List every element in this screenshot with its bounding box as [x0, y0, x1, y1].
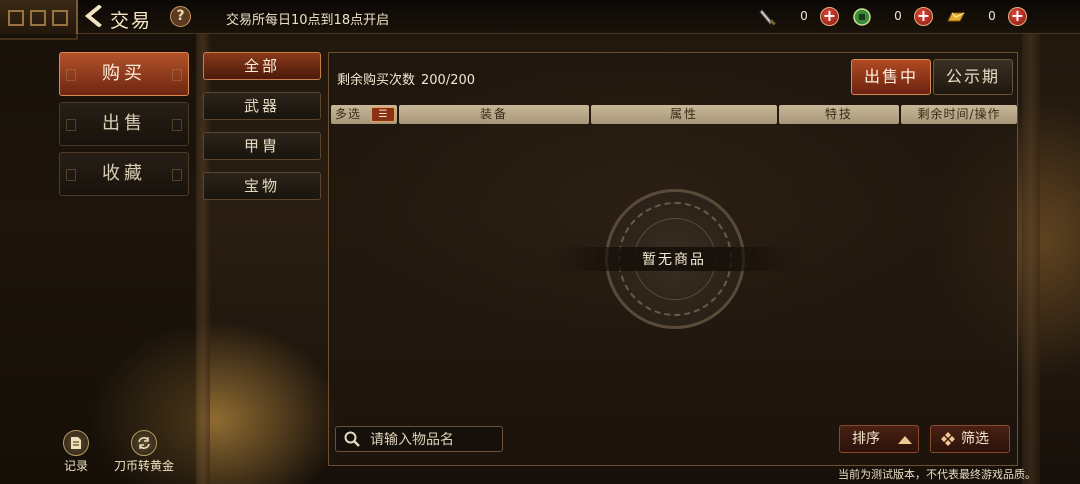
column-multi-select-label: 多选 [335, 107, 362, 121]
remaining-purchases-label: 剩余购买次数 [337, 73, 416, 88]
category-all[interactable]: 全部 [203, 52, 321, 80]
gold-value: 0 [988, 9, 996, 23]
category-weapons[interactable]: 武器 [203, 92, 321, 120]
document-icon [63, 430, 89, 456]
sort-label: 排序 [852, 431, 880, 447]
column-time-remaining: 剩余时间/操作 [901, 105, 1017, 124]
table-header: 多选 ☰ 装备 属性 特技 剩余时间/操作 [331, 105, 1017, 125]
filter-label: 筛选 [961, 431, 989, 447]
filter-button[interactable]: 筛选 [930, 425, 1010, 453]
add-blade-coin-button[interactable]: + [820, 7, 839, 26]
blade-coin-value: 0 [800, 9, 808, 23]
category-armor[interactable]: 甲胄 [203, 132, 321, 160]
exchange-gold-label: 刀币转黄金 [113, 459, 174, 473]
category-treasure[interactable]: 宝物 [203, 172, 321, 200]
tab-public-period[interactable]: 公示期 [933, 59, 1013, 95]
remaining-purchases: 剩余购买次数 200/200 [337, 69, 475, 88]
empty-state-text: 暂无商品 [642, 252, 706, 268]
exchange-icon [131, 430, 157, 456]
add-gold-button[interactable]: + [1008, 7, 1027, 26]
sort-up-icon [898, 436, 912, 444]
tab-on-sale[interactable]: 出售中 [851, 59, 931, 95]
column-special-skill: 特技 [779, 105, 899, 124]
blade-coin-icon [759, 9, 776, 26]
column-equipment: 装备 [399, 105, 589, 124]
remaining-purchases-value: 200/200 [421, 73, 476, 88]
list-toggle-icon[interactable]: ☰ [371, 107, 395, 122]
add-jade-coin-button[interactable]: + [914, 7, 933, 26]
search-icon [344, 431, 360, 447]
records-button[interactable]: 记录 [58, 430, 94, 474]
column-attributes: 属性 [591, 105, 777, 124]
back-button[interactable] [84, 4, 106, 29]
top-bar: 交易 ? 交易所每日10点到18点开启 0 + 0 + 0 + [0, 0, 1080, 40]
search-box [335, 426, 503, 452]
gold-ingot-icon [947, 12, 965, 22]
menu-favorites[interactable]: 收藏 [59, 152, 189, 196]
test-version-disclaimer: 当前为测试版本，不代表最终游戏品质。 [838, 468, 1036, 481]
search-input[interactable] [370, 430, 496, 449]
sort-button[interactable]: 排序 [839, 425, 919, 453]
exchange-gold-button[interactable]: 刀币转黄金 [104, 430, 184, 474]
trading-hours-notice: 交易所每日10点到18点开启 [226, 13, 390, 28]
jade-coin-value: 0 [894, 9, 902, 23]
left-menu: 购买 出售 收藏 [0, 34, 196, 484]
back-arrow-icon [84, 4, 102, 28]
records-label: 记录 [63, 459, 88, 473]
jade-coin-icon [853, 8, 871, 26]
menu-sell[interactable]: 出售 [59, 102, 189, 146]
help-button[interactable]: ? [170, 6, 191, 27]
listing-panel: 剩余购买次数 200/200 出售中 公示期 多选 ☰ 装备 属性 特技 剩余时间… [328, 52, 1018, 466]
page-title: 交易 [110, 10, 153, 32]
filter-diamond-icon [941, 432, 955, 446]
menu-buy[interactable]: 购买 [59, 52, 189, 96]
